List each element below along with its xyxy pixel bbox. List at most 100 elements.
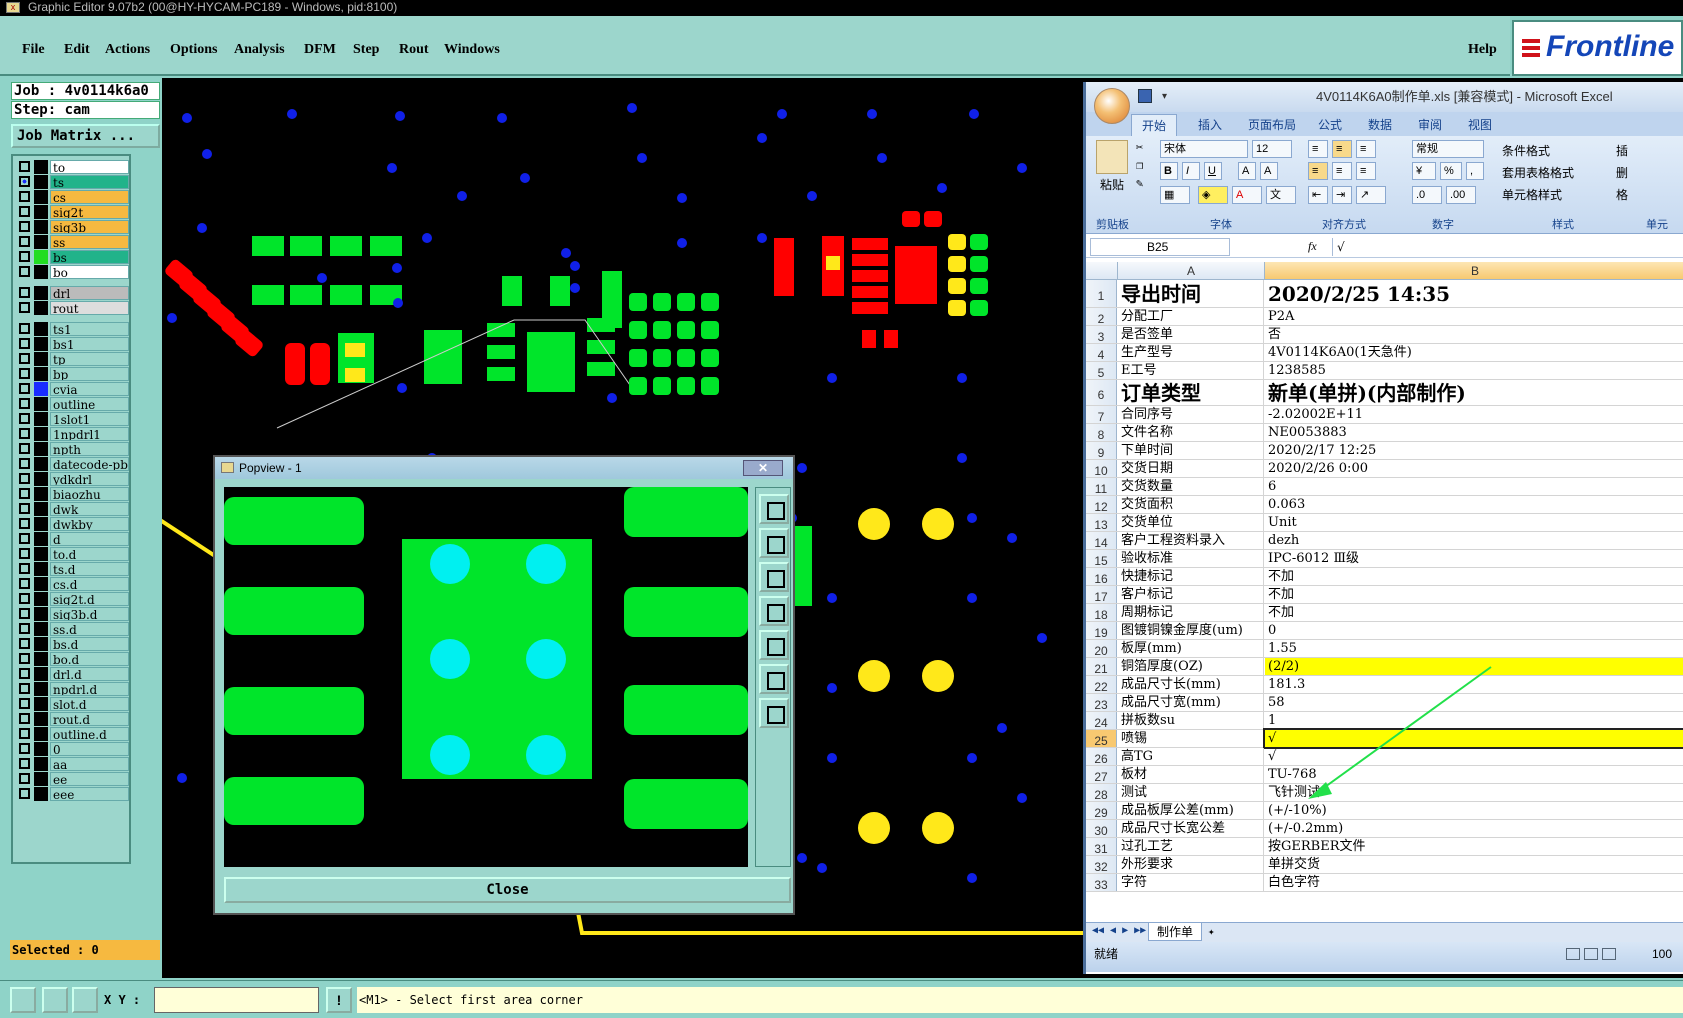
cell-a[interactable]: 过孔工艺 — [1118, 838, 1264, 855]
cell-b[interactable]: 白色字符 — [1265, 874, 1683, 891]
layer-checkbox[interactable] — [19, 623, 30, 634]
column-header-a[interactable]: A — [1118, 262, 1265, 280]
cell-a[interactable]: 高TG — [1118, 748, 1264, 765]
layer-row[interactable]: sig2t.d — [15, 592, 129, 606]
layer-name[interactable]: 0 — [50, 742, 129, 756]
tab-home[interactable]: 开始 — [1131, 114, 1178, 136]
layer-checkbox[interactable] — [19, 473, 30, 484]
layer-checkbox[interactable] — [19, 533, 30, 544]
layer-row[interactable]: ts.d — [15, 562, 129, 576]
layer-name[interactable]: cs — [50, 190, 129, 204]
layer-row[interactable]: bs — [15, 250, 129, 264]
zoom-out-icon[interactable] — [759, 698, 789, 728]
layer-name[interactable]: 1npdrl1 — [50, 427, 129, 441]
cell-b[interactable]: 不加 — [1265, 568, 1683, 585]
cell-a[interactable]: 交货单位 — [1118, 514, 1264, 531]
cell-b[interactable]: 58 — [1265, 694, 1683, 711]
font-color-icon[interactable]: A — [1232, 186, 1262, 204]
layer-row[interactable]: datecode-pb — [15, 457, 129, 471]
row-header[interactable]: 8 — [1086, 424, 1117, 442]
layer-checkbox[interactable] — [19, 773, 30, 784]
layer-name[interactable]: biaozhu — [50, 487, 129, 501]
layer-name[interactable]: dwkby — [50, 517, 129, 531]
pan-right-icon[interactable] — [759, 630, 789, 660]
layer-checkbox[interactable] — [19, 698, 30, 709]
tab-review[interactable]: 审阅 — [1418, 116, 1442, 133]
layer-row[interactable]: bo — [15, 265, 129, 279]
row-header[interactable]: 20 — [1086, 640, 1117, 658]
tab-page-layout[interactable]: 页面布局 — [1248, 116, 1296, 133]
layer-checkbox[interactable] — [19, 683, 30, 694]
layer-checkbox[interactable] — [19, 563, 30, 574]
cut-icon[interactable]: ✂ — [1136, 140, 1143, 154]
new-sheet-icon[interactable]: ✦ — [1208, 925, 1215, 938]
layer-checkbox[interactable] — [19, 518, 30, 529]
format-painter-icon[interactable]: ✎ — [1136, 176, 1143, 190]
align-left-icon[interactable]: ≡ — [1308, 162, 1328, 180]
cell-a[interactable]: 测试 — [1118, 784, 1264, 801]
layer-row[interactable]: cvia — [15, 382, 129, 396]
layer-checkbox[interactable] — [19, 221, 30, 232]
tab-formulas[interactable]: 公式 — [1318, 116, 1342, 133]
menu-step[interactable]: Step — [353, 42, 379, 58]
pan-left-icon[interactable] — [759, 596, 789, 626]
worksheet-grid[interactable]: A B 1 导出时间 2020/2/25 14:35 2 分配工厂 P2A 3 是否签单否 4 生… — [1086, 262, 1683, 922]
layer-name[interactable]: bs1 — [50, 337, 129, 351]
cell-style-button[interactable]: 单元格样式 — [1502, 186, 1562, 203]
cell-a[interactable]: 下单时间 — [1118, 442, 1264, 459]
select-all-corner[interactable] — [1086, 262, 1118, 280]
layer-name[interactable]: ts1 — [50, 322, 129, 336]
layer-checkbox[interactable] — [19, 302, 30, 313]
layer-name[interactable]: datecode-pb — [50, 457, 129, 471]
menu-file[interactable]: File — [22, 42, 45, 58]
layer-checkbox[interactable] — [19, 161, 30, 172]
layer-checkbox[interactable] — [19, 206, 30, 217]
layer-row[interactable]: bs.d — [15, 637, 129, 651]
borders-icon[interactable]: ▦ — [1160, 186, 1190, 204]
layer-checkbox[interactable] — [19, 443, 30, 454]
font-size-select[interactable]: 12 — [1252, 140, 1292, 158]
cell-b[interactable]: 不加 — [1265, 604, 1683, 621]
layer-checkbox[interactable] — [19, 413, 30, 424]
menu-analysis[interactable]: Analysis — [234, 42, 285, 58]
popview-canvas[interactable] — [224, 487, 748, 867]
cell-b[interactable]: -2.02002E+11 — [1265, 406, 1683, 423]
layer-row[interactable]: rout — [15, 301, 129, 315]
row-header[interactable]: 22 — [1086, 676, 1117, 694]
row-header[interactable]: 13 — [1086, 514, 1117, 532]
layer-list[interactable]: to ts cs sig2t sig3b ss bs bo drl rout ts1 bs1 tp bp c… — [11, 154, 131, 864]
layer-name[interactable]: ee — [50, 772, 129, 786]
layer-row[interactable]: rout.d — [15, 712, 129, 726]
cell-a[interactable]: 板材 — [1118, 766, 1264, 783]
layer-row[interactable]: npdrl.d — [15, 682, 129, 696]
cell-b[interactable]: 2020/2/25 14:35 — [1265, 280, 1683, 307]
shrink-font-icon[interactable]: A — [1260, 162, 1278, 180]
cell-a[interactable]: 订单类型 — [1118, 380, 1264, 405]
layer-name[interactable]: drl.d — [50, 667, 129, 681]
sheet-nav-icon[interactable]: ◀◀ ◀ ▶ ▶▶ — [1092, 925, 1146, 936]
layer-row[interactable]: cs.d — [15, 577, 129, 591]
cell-a[interactable]: 喷锡 — [1118, 730, 1264, 747]
sheet-tab-active[interactable]: 制作单 — [1148, 923, 1203, 941]
layer-name[interactable]: drl — [50, 286, 129, 300]
cell-b[interactable]: (2/2) — [1265, 658, 1683, 675]
cell-a[interactable]: 文件名称 — [1118, 424, 1264, 441]
layer-row[interactable]: biaozhu — [15, 487, 129, 501]
cell-b[interactable]: IPC-6012 Ⅲ级 — [1265, 550, 1683, 567]
layer-name[interactable]: cs.d — [50, 577, 129, 591]
row-header[interactable]: 5 — [1086, 362, 1117, 380]
copy-icon[interactable]: ❐ — [1136, 158, 1143, 172]
layer-row[interactable]: d — [15, 532, 129, 546]
font-name-select[interactable]: 宋体 — [1160, 140, 1248, 158]
cell-b[interactable]: 1238585 — [1265, 362, 1683, 379]
row-header[interactable]: 17 — [1086, 586, 1117, 604]
cell-a[interactable]: 是否签单 — [1118, 326, 1264, 343]
layer-checkbox[interactable] — [19, 653, 30, 664]
row-header[interactable]: 27 — [1086, 766, 1117, 784]
cell-a[interactable]: 验收标准 — [1118, 550, 1264, 567]
layer-checkbox[interactable] — [19, 458, 30, 469]
tab-data[interactable]: 数据 — [1368, 116, 1392, 133]
cell-b[interactable]: 飞针测试 — [1265, 784, 1683, 801]
snap-icon[interactable] — [10, 987, 36, 1013]
menu-windows[interactable]: Windows — [444, 42, 500, 58]
